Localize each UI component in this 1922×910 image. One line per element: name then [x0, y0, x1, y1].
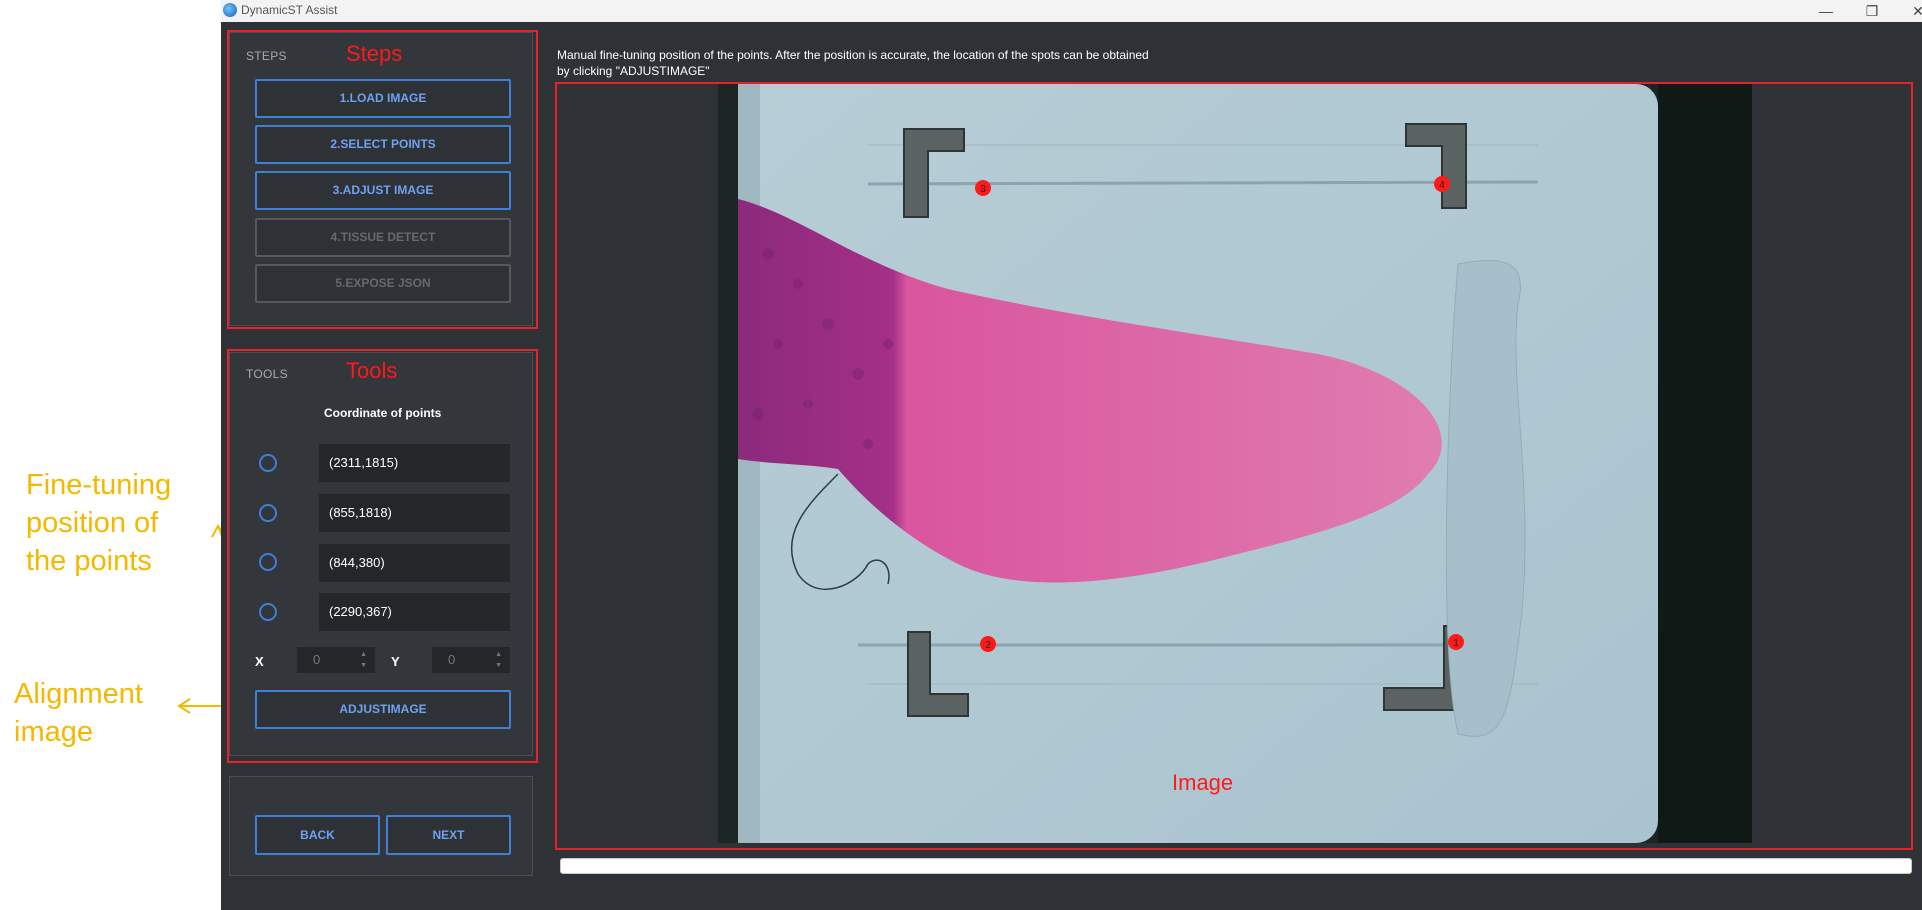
point-3-radio[interactable] [259, 553, 277, 571]
adjust-image-button[interactable]: 3.ADJUST IMAGE [255, 171, 511, 210]
tissue-detect-button[interactable]: 4.TISSUE DETECT [255, 218, 511, 257]
x-up-arrow-icon[interactable]: ▲ [360, 651, 367, 658]
title-bar: DynamicST Assist — ❐ ✕ [221, 0, 1922, 22]
expose-json-button[interactable]: 5.EXPOSE JSON [255, 264, 511, 303]
instruction-text: Manual fine-tuning position of the point… [557, 47, 1277, 79]
select-points-button[interactable]: 2.SELECT POINTS [255, 125, 511, 164]
point-1-coordinate: (2311,1815) [319, 444, 510, 482]
point-4-radio[interactable] [259, 603, 277, 621]
x-down-arrow-icon[interactable]: ▼ [360, 662, 367, 669]
y-down-arrow-icon[interactable]: ▼ [495, 662, 502, 669]
x-offset-value: 0 [313, 652, 321, 667]
steps-annotation: Steps [346, 41, 403, 66]
coordinate-heading: Coordinate of points [324, 406, 442, 420]
restore-button[interactable]: ❐ [1850, 0, 1894, 22]
instruction-line-1: Manual fine-tuning position of the point… [557, 48, 1149, 62]
close-button[interactable]: ✕ [1896, 0, 1922, 22]
minimize-button[interactable]: — [1804, 0, 1848, 22]
point-1-radio[interactable] [259, 454, 277, 472]
back-button[interactable]: BACK [255, 815, 380, 855]
adjustimage-button[interactable]: ADJUSTIMAGE [255, 690, 511, 729]
window-title: DynamicST Assist [241, 3, 338, 17]
app-logo-icon [223, 3, 237, 17]
next-button[interactable]: NEXT [386, 815, 511, 855]
point-2-radio[interactable] [259, 504, 277, 522]
point-4-coordinate: (2290,367) [319, 593, 510, 631]
image-highlight-frame [555, 82, 1913, 850]
instruction-line-2: by clicking "ADJUSTIMAGE" [557, 64, 710, 78]
point-3-coordinate: (844,380) [319, 544, 510, 582]
y-label: Y [391, 654, 400, 669]
x-offset-stepper[interactable]: 0 ▲ ▼ [297, 647, 375, 673]
y-offset-value: 0 [448, 652, 456, 667]
image-annotation: Image [1172, 770, 1234, 795]
tools-annotation: Tools [346, 358, 398, 383]
y-offset-stepper[interactable]: 0 ▲ ▼ [432, 647, 510, 673]
progress-bar [560, 858, 1912, 874]
point-2-coordinate: (855,1818) [319, 494, 510, 532]
steps-title: STEPS [246, 49, 287, 63]
x-label: X [255, 654, 264, 669]
tools-title: TOOLS [246, 367, 288, 381]
y-up-arrow-icon[interactable]: ▲ [495, 651, 502, 658]
load-image-button[interactable]: 1.LOAD IMAGE [255, 79, 511, 118]
